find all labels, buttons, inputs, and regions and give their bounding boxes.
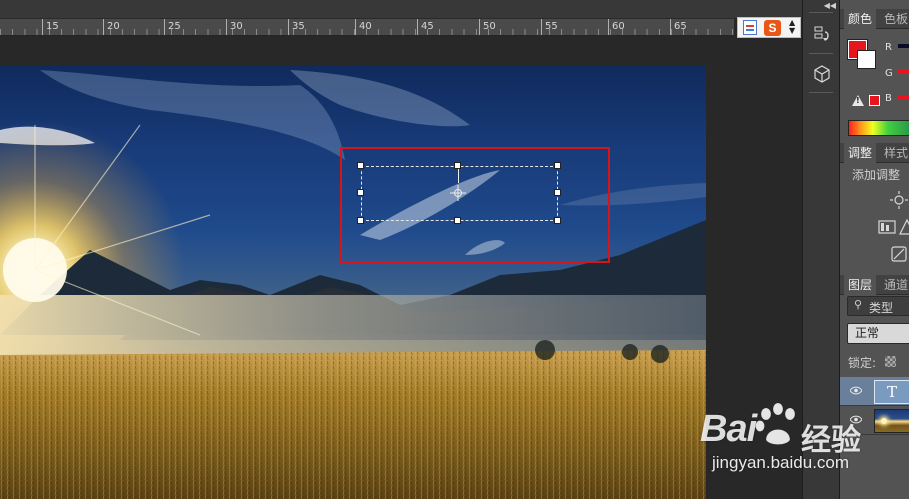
ruler-major-tick xyxy=(226,19,227,35)
ruler-major-tick xyxy=(608,19,609,35)
channel-label-g: G xyxy=(885,68,893,79)
ruler-label: 15 xyxy=(46,21,59,32)
baidu-paw-icon xyxy=(755,402,796,445)
handle-connector xyxy=(458,169,459,183)
ruler-label: 30 xyxy=(230,21,243,32)
ruler-major-tick xyxy=(479,19,480,35)
adjustments-panel-tabs: 调整 样式 xyxy=(840,143,909,163)
tab-color[interactable]: 颜色 xyxy=(844,9,877,29)
3d-panel-button[interactable] xyxy=(811,63,833,85)
tab-channels[interactable]: 通道 xyxy=(880,275,909,295)
ruler-label: 65 xyxy=(674,21,687,32)
horizontal-ruler[interactable]: 15 20 25 30 35 40 45 50 55 60 65 xyxy=(0,19,734,36)
tab-styles[interactable]: 样式 xyxy=(880,143,909,163)
ruler-major-tick xyxy=(541,19,542,35)
3d-cube-icon xyxy=(814,65,830,83)
ruler-label: 20 xyxy=(107,21,120,32)
tab-swatches[interactable]: 色板 xyxy=(880,9,909,29)
sogou-ime-icon[interactable]: S xyxy=(764,20,781,36)
divider xyxy=(809,12,833,13)
background-color-swatch[interactable] xyxy=(857,50,876,69)
color-spectrum-ramp[interactable] xyxy=(848,120,909,136)
curves-icon[interactable] xyxy=(898,218,909,236)
add-adjustment-heading: 添加调整 xyxy=(852,168,901,182)
ime-scroll-arrows-icon[interactable]: ▲ ▼ xyxy=(789,19,795,35)
input-method-toolbar[interactable]: S ▲ ▼ xyxy=(737,17,801,38)
document-tab-strip xyxy=(0,0,802,19)
ruler-label: 25 xyxy=(168,21,181,32)
collapse-panels-icon[interactable]: ◀◀ xyxy=(824,1,836,10)
tab-adjustments[interactable]: 调整 xyxy=(844,143,877,163)
ruler-major-tick xyxy=(42,19,43,35)
document-canvas[interactable] xyxy=(0,65,706,499)
divider xyxy=(809,53,833,54)
history-button[interactable] xyxy=(811,24,833,46)
ruler-major-tick xyxy=(355,19,356,35)
pivot-point-icon[interactable] xyxy=(450,185,466,201)
transform-handle[interactable] xyxy=(454,162,461,169)
ruler-major-tick xyxy=(288,19,289,35)
lock-label: 锁定: xyxy=(848,356,877,370)
brightness-contrast-icon[interactable] xyxy=(890,191,908,209)
lock-transparent-pixels-icon[interactable] xyxy=(885,356,896,367)
channel-label-b: B xyxy=(885,93,892,104)
eye-icon[interactable] xyxy=(850,386,862,395)
baidu-jingyan-watermark: Bai 经验 jingyan.baidu.com xyxy=(700,400,909,499)
transform-handle[interactable] xyxy=(554,162,561,169)
ruler-label: 45 xyxy=(421,21,434,32)
ruler-label: 35 xyxy=(292,21,305,32)
exposure-icon[interactable] xyxy=(890,245,908,263)
layers-panel-tabs: 图层 通道 xyxy=(840,275,909,295)
ruler-major-tick xyxy=(670,19,671,35)
watermark-url: jingyan.baidu.com xyxy=(712,453,850,472)
layer-filter-dropdown[interactable]: ⚲ 类型 xyxy=(847,296,909,316)
color-panel-tabs: 颜色 色板 xyxy=(840,9,909,29)
transform-handle[interactable] xyxy=(554,217,561,224)
transform-handle[interactable] xyxy=(554,189,561,196)
ruler-label: 60 xyxy=(612,21,625,32)
document-icon[interactable] xyxy=(743,20,757,35)
r-channel-slider[interactable] xyxy=(898,44,909,48)
transform-handle[interactable] xyxy=(454,217,461,224)
gamut-warning-icon[interactable] xyxy=(852,95,864,106)
layer-filter-label: 类型 xyxy=(869,301,894,315)
search-icon: ⚲ xyxy=(854,298,863,311)
watermark-brand: Bai xyxy=(700,408,757,450)
history-icon xyxy=(814,26,829,41)
ruler-label: 55 xyxy=(545,21,558,32)
transform-handle[interactable] xyxy=(357,189,364,196)
ruler-label: 50 xyxy=(483,21,496,32)
transform-handle[interactable] xyxy=(357,162,364,169)
b-channel-slider[interactable] xyxy=(898,95,909,99)
ruler-label: 40 xyxy=(359,21,372,32)
ruler-major-tick xyxy=(164,19,165,35)
g-channel-slider[interactable] xyxy=(898,70,909,74)
divider xyxy=(809,92,833,93)
transform-handle[interactable] xyxy=(357,217,364,224)
tab-layers[interactable]: 图层 xyxy=(844,275,877,295)
levels-icon[interactable] xyxy=(878,218,896,236)
blend-mode-select[interactable]: 正常 xyxy=(847,323,909,344)
landscape-photo xyxy=(0,65,706,499)
channel-label-r: R xyxy=(885,42,892,53)
document-workspace: 15 20 25 30 35 40 45 50 55 60 65 S ▲ ▼ xyxy=(0,0,802,499)
ruler-major-tick xyxy=(417,19,418,35)
ruler-major-tick xyxy=(103,19,104,35)
gamut-warning-swatch[interactable] xyxy=(869,95,880,106)
